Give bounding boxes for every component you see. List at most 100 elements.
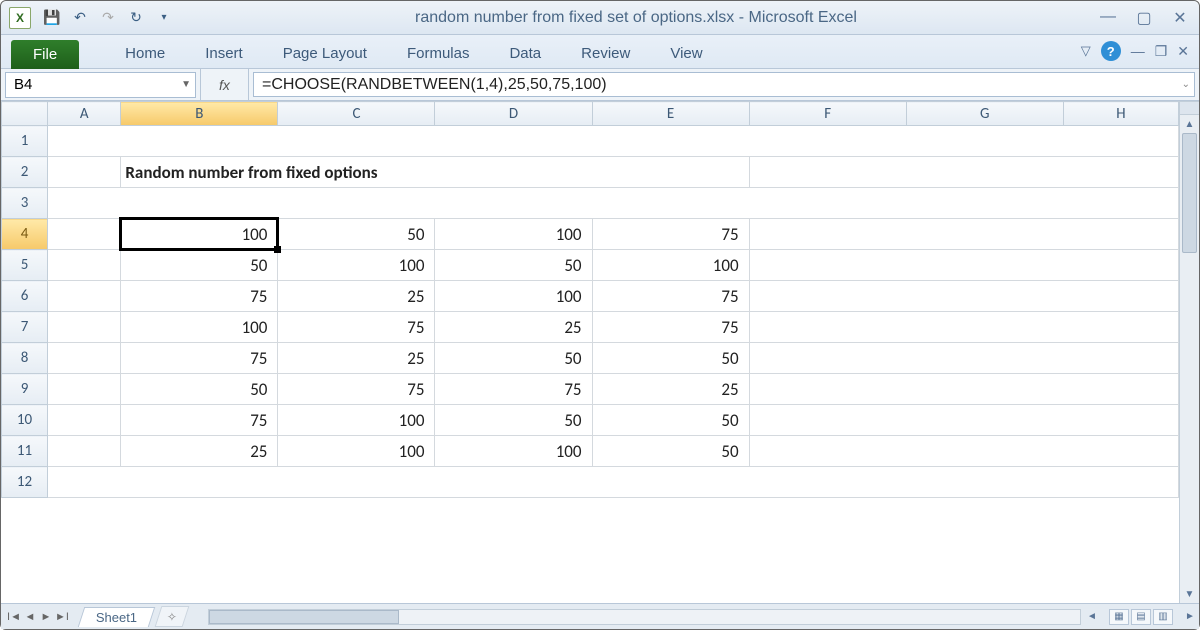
normal-view-icon[interactable]: ▦	[1109, 609, 1129, 625]
select-all-corner[interactable]	[2, 102, 48, 126]
formula-input[interactable]: =CHOOSE(RANDBETWEEN(1,4),25,50,75,100) ⌄	[253, 72, 1195, 97]
vertical-scrollbar[interactable]: ▲ ▼	[1179, 101, 1199, 603]
new-sheet-icon[interactable]: ✧	[155, 606, 190, 627]
row-header-12[interactable]: 12	[2, 467, 48, 498]
cell-C6[interactable]: 25	[278, 281, 435, 312]
cell[interactable]	[749, 436, 1178, 467]
cell-B5[interactable]: 50	[121, 250, 278, 281]
scroll-up-icon[interactable]: ▲	[1180, 115, 1199, 133]
cell-E11[interactable]: 50	[592, 436, 749, 467]
maximize-icon[interactable]: ▢	[1133, 8, 1155, 28]
cell-D9[interactable]: 75	[435, 374, 592, 405]
workbook-minimize-icon[interactable]: —	[1131, 43, 1145, 59]
cell[interactable]	[749, 312, 1178, 343]
cell[interactable]	[749, 343, 1178, 374]
cell-E4[interactable]: 75	[592, 219, 749, 250]
col-header-A[interactable]: A	[48, 102, 121, 126]
scroll-down-icon[interactable]: ▼	[1180, 585, 1199, 603]
cell-B6[interactable]: 75	[121, 281, 278, 312]
cell[interactable]	[749, 250, 1178, 281]
col-header-B[interactable]: B	[121, 102, 278, 126]
row-header-7[interactable]: 7	[2, 312, 48, 343]
cell[interactable]	[749, 281, 1178, 312]
cell[interactable]	[48, 436, 121, 467]
row-header-8[interactable]: 8	[2, 343, 48, 374]
cell-D5[interactable]: 50	[435, 250, 592, 281]
cell-E9[interactable]: 25	[592, 374, 749, 405]
cell-B10[interactable]: 75	[121, 405, 278, 436]
cell-D11[interactable]: 100	[435, 436, 592, 467]
cell-C7[interactable]: 75	[278, 312, 435, 343]
workbook-close-icon[interactable]: ✕	[1177, 43, 1189, 60]
tab-data[interactable]: Data	[489, 39, 561, 68]
cell[interactable]	[48, 188, 1179, 219]
name-box-dropdown-icon[interactable]: ▼	[181, 79, 191, 90]
minimize-icon[interactable]: —	[1097, 8, 1119, 28]
redo-icon[interactable]: ↷	[97, 7, 119, 29]
cell[interactable]	[48, 281, 121, 312]
tab-formulas[interactable]: Formulas	[387, 39, 490, 68]
cell[interactable]	[749, 219, 1178, 250]
cell[interactable]	[48, 219, 121, 250]
cell-B4[interactable]: 100	[121, 219, 278, 250]
cell-E7[interactable]: 75	[592, 312, 749, 343]
tab-home[interactable]: Home	[105, 39, 185, 68]
col-header-C[interactable]: C	[278, 102, 435, 126]
page-layout-view-icon[interactable]: ▤	[1131, 609, 1151, 625]
grid[interactable]: A B C D E F G H 1 2Random number from fi…	[1, 101, 1179, 603]
tab-insert[interactable]: Insert	[185, 39, 263, 68]
tab-page-layout[interactable]: Page Layout	[263, 39, 387, 68]
col-header-E[interactable]: E	[592, 102, 749, 126]
tab-nav-next-icon[interactable]: ►	[39, 611, 53, 623]
cell[interactable]	[749, 157, 1178, 188]
excel-logo-icon[interactable]: X	[9, 7, 31, 29]
close-icon[interactable]: ✕	[1169, 8, 1191, 28]
qat-customize-icon[interactable]: ▾	[153, 7, 175, 29]
hscroll-track[interactable]	[208, 609, 1081, 625]
cell-E6[interactable]: 75	[592, 281, 749, 312]
tab-nav-first-icon[interactable]: I◄	[7, 611, 21, 623]
file-tab[interactable]: File	[11, 40, 79, 69]
cell-C8[interactable]: 25	[278, 343, 435, 374]
cell-B11[interactable]: 25	[121, 436, 278, 467]
row-header-10[interactable]: 10	[2, 405, 48, 436]
col-header-D[interactable]: D	[435, 102, 592, 126]
hscroll-thumb[interactable]	[209, 610, 399, 624]
tab-nav-buttons[interactable]: I◄ ◄ ► ►I	[1, 611, 75, 623]
undo-icon[interactable]: ↶	[69, 7, 91, 29]
cell-D4[interactable]: 100	[435, 219, 592, 250]
refresh-icon[interactable]: ↻	[125, 7, 147, 29]
scroll-right-icon[interactable]: ►	[1181, 611, 1199, 622]
split-handle-icon[interactable]	[1180, 101, 1199, 115]
cell[interactable]	[48, 374, 121, 405]
tab-review[interactable]: Review	[561, 39, 650, 68]
col-header-F[interactable]: F	[749, 102, 906, 126]
row-header-1[interactable]: 1	[2, 126, 48, 157]
row-header-2[interactable]: 2	[2, 157, 48, 188]
cell-E5[interactable]: 100	[592, 250, 749, 281]
row-header-9[interactable]: 9	[2, 374, 48, 405]
col-header-G[interactable]: G	[906, 102, 1063, 126]
cell-E8[interactable]: 50	[592, 343, 749, 374]
row-header-11[interactable]: 11	[2, 436, 48, 467]
tab-nav-prev-icon[interactable]: ◄	[23, 611, 37, 623]
row-header-3[interactable]: 3	[2, 188, 48, 219]
help-icon[interactable]: ?	[1101, 41, 1121, 61]
cell-E10[interactable]: 50	[592, 405, 749, 436]
cell[interactable]	[48, 250, 121, 281]
page-break-view-icon[interactable]: ▥	[1153, 609, 1173, 625]
workbook-restore-icon[interactable]: ❐	[1155, 43, 1168, 60]
cell[interactable]	[48, 312, 121, 343]
cell-D8[interactable]: 50	[435, 343, 592, 374]
cell-C4[interactable]: 50	[278, 219, 435, 250]
formula-expand-icon[interactable]: ⌄	[1182, 79, 1190, 90]
title-cell[interactable]: Random number from fixed options	[121, 157, 749, 188]
name-box[interactable]: B4 ▼	[5, 72, 196, 98]
cell-C9[interactable]: 75	[278, 374, 435, 405]
cell-B9[interactable]: 50	[121, 374, 278, 405]
cell[interactable]	[48, 126, 1179, 157]
row-header-6[interactable]: 6	[2, 281, 48, 312]
cell[interactable]	[48, 157, 121, 188]
cell-D7[interactable]: 25	[435, 312, 592, 343]
cell-C5[interactable]: 100	[278, 250, 435, 281]
